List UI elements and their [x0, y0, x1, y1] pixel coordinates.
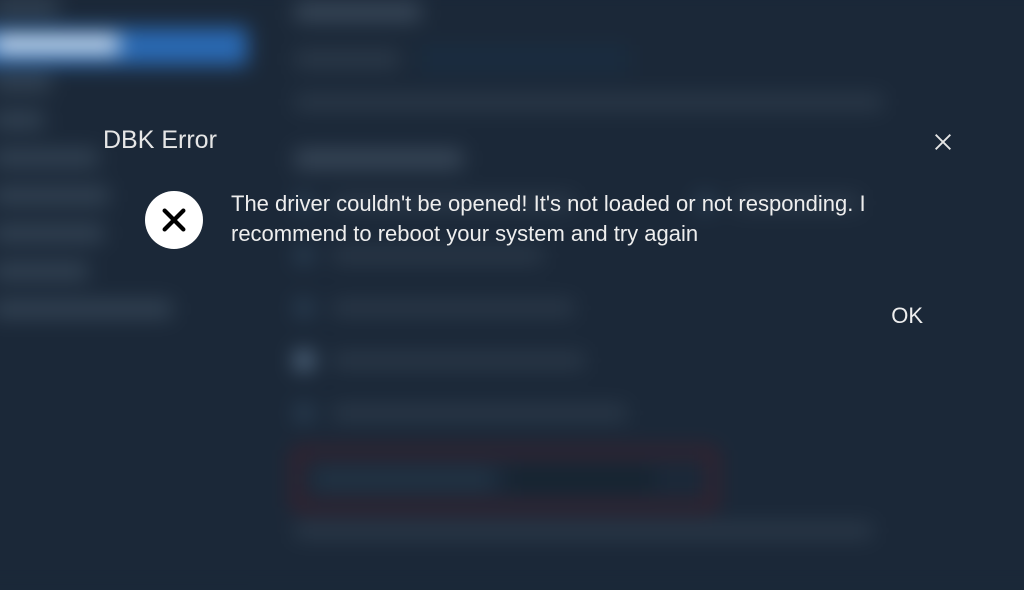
error-message: The driver couldn't be opened! It's not … — [231, 189, 935, 248]
error-icon — [145, 191, 203, 249]
error-dialog: DBK Error The driver couldn't be opened!… — [95, 120, 965, 335]
close-icon — [932, 131, 954, 153]
modal-overlay: DBK Error The driver couldn't be opened!… — [0, 0, 1024, 576]
ok-button[interactable]: OK — [877, 297, 937, 335]
close-button[interactable] — [929, 128, 957, 156]
dialog-title: DBK Error — [103, 126, 217, 155]
